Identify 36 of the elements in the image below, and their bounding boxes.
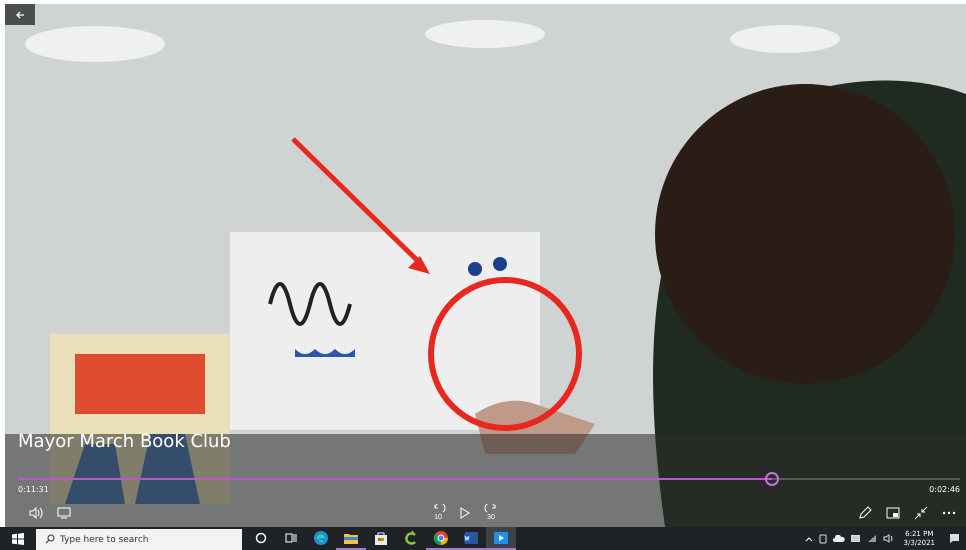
mini-view-icon <box>886 506 900 518</box>
speaker-icon[interactable] <box>882 534 894 543</box>
captions-button[interactable] <box>55 504 73 520</box>
video-title: Mayor March Book Club <box>17 431 232 452</box>
shopping-bag-icon <box>373 530 389 546</box>
battery-icon[interactable] <box>850 535 861 542</box>
pen-icon <box>858 506 872 520</box>
elapsed-time: 0:11:31 <box>18 485 49 494</box>
search-icon <box>45 534 55 544</box>
cloud-icon[interactable] <box>832 535 845 542</box>
captions-icon <box>57 506 71 518</box>
swirl-app-icon <box>403 530 419 546</box>
play-icon <box>460 506 470 518</box>
chrome-icon <box>433 530 449 546</box>
back-button[interactable] <box>5 4 35 25</box>
taskbar-app[interactable] <box>486 527 516 550</box>
exit-fullscreen-button[interactable] <box>912 504 930 522</box>
forward-arrow-icon <box>484 504 498 514</box>
back-arrow-icon <box>15 10 25 20</box>
word-icon <box>463 530 479 546</box>
film-play-icon <box>493 530 509 546</box>
collapse-arrows-icon <box>914 506 928 520</box>
windows-logo-icon <box>12 532 24 544</box>
device-icon[interactable] <box>818 534 827 544</box>
mini-view-button[interactable] <box>884 504 902 520</box>
remaining-time: 0:02:46 <box>929 485 960 494</box>
speaker-icon <box>29 506 43 518</box>
search-field[interactable]: Type here to search <box>36 528 242 550</box>
chevron-up-icon[interactable] <box>804 536 813 542</box>
seek-thumb[interactable] <box>764 472 779 486</box>
notification-icon[interactable] <box>949 533 960 544</box>
more-dots-icon <box>942 510 956 514</box>
browser-icon <box>313 530 329 546</box>
play-button[interactable] <box>458 504 472 520</box>
wifi-icon[interactable] <box>866 534 877 543</box>
volume-button[interactable] <box>27 504 45 520</box>
